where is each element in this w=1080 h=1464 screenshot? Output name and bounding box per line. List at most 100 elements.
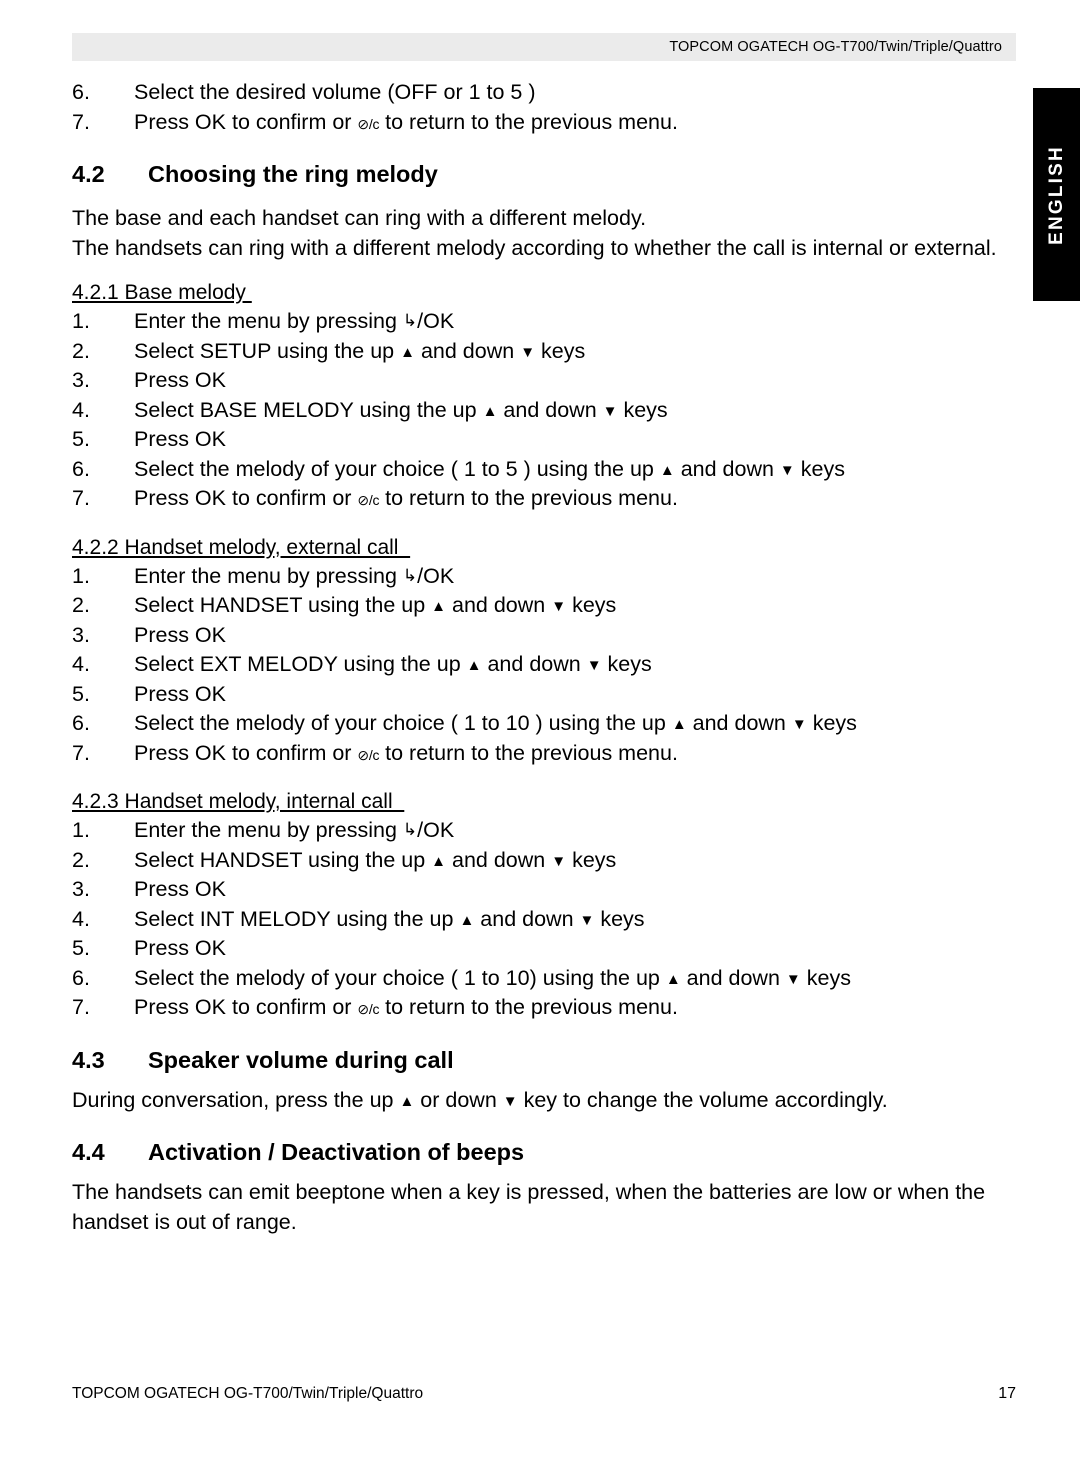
step-text-before: Press OK to confirm or (134, 995, 358, 1019)
footer-title: TOPCOM OGATECH OG-T700/Twin/Triple/Quatt… (72, 1385, 424, 1402)
list-item: 5. Press OK (72, 425, 1012, 455)
up-arrow-icon: ▲ (671, 716, 687, 733)
down-arrow-icon: ▼ (579, 911, 595, 929)
down-arrow-icon: ▼ (586, 657, 602, 674)
step-text-after: keys (617, 397, 668, 422)
list-item-number: 6. (72, 711, 90, 735)
list-item-text: Press OK (134, 622, 226, 647)
step-text-before: Select the melody of your choice ( 1 to … (134, 965, 666, 990)
step-text-before: Select the melody of your choice ( 1 to … (134, 456, 660, 481)
down-arrow-icon: ▼ (551, 598, 567, 615)
step-text-before: Select HANDSET using the up (134, 593, 432, 617)
step-text-after: to return to the previous menu. (379, 486, 678, 510)
step-text-before: Enter the menu by pressing (134, 818, 403, 842)
section-heading-4-3: 4.3 Speaker volume during call (72, 1047, 1012, 1074)
list-item-text: Select BASE MELODY using the up ▲ and do… (134, 396, 1012, 426)
list-item-number: 4. (72, 397, 90, 422)
up-arrow-icon: ▲ (431, 598, 447, 615)
section-heading-4-2: 4.2 Choosing the ring melody (72, 161, 1012, 188)
list-item: 3. Press OK (72, 875, 1012, 905)
list-item-text: Press OK to confirm or ⊘/c to return to … (134, 108, 1012, 138)
step-text-after: /OK (417, 563, 455, 588)
step-text-after: keys (594, 906, 645, 931)
list-item: 7. Press OK to confirm or ⊘/c to return … (72, 108, 1012, 138)
list-item: 2. Select HANDSET using the up ▲ and dow… (72, 591, 1012, 621)
list-item: 2. Select SETUP using the up ▲ and down … (72, 337, 1012, 367)
section-4-2-paragraph-1: The base and each handset can ring with … (72, 206, 647, 230)
section-title: Activation / Deactivation of beeps (148, 1139, 525, 1165)
menu-key-icon: ↳ (402, 820, 418, 839)
page-footer: TOPCOM OGATECH OG-T700/Twin/Triple/Quatt… (72, 1385, 1016, 1403)
list-item: 2. Select HANDSET using the up ▲ and dow… (72, 846, 1012, 876)
step-text-mid: and down (686, 711, 792, 735)
list-item-text: Press OK to confirm or ⊘/c to return to … (134, 739, 1012, 769)
list-item-text: Select HANDSET using the up ▲ and down ▼… (134, 591, 1012, 621)
list-item-text: Enter the menu by pressing ↳/OK (134, 562, 1012, 592)
step-text-before: Select EXT MELODY using the up (134, 652, 467, 676)
list-item: 4. Select BASE MELODY using the up ▲ and… (72, 396, 1012, 426)
step-text-mid: and down (446, 593, 552, 617)
list-item-text: Select the melody of your choice ( 1 to … (134, 455, 1012, 485)
step-text-mid: and down (474, 906, 580, 931)
continued-step-list: 6. Select the desired volume (OFF or 1 t… (72, 78, 1012, 137)
list-item-number: 7. (72, 995, 90, 1019)
up-arrow-icon: ▲ (431, 852, 447, 870)
section-title: Speaker volume during call (148, 1046, 454, 1073)
step-text-before: Select HANDSET using the up (134, 847, 432, 872)
step-list-4-2-2: 1. Enter the menu by pressing ↳/OK 2. Se… (72, 562, 1012, 769)
paragraph-text-mid: or down (414, 1087, 503, 1112)
list-item-number: 1. (72, 309, 90, 333)
list-item-text: Select the melody of your choice ( 1 to … (134, 709, 1012, 739)
list-item-text: Press OK (134, 936, 226, 960)
section-4-2-paragraph-2: The handsets can ring with a different m… (72, 235, 997, 260)
down-arrow-icon: ▼ (520, 343, 536, 361)
up-arrow-icon: ▲ (659, 461, 675, 479)
list-item-number: 1. (72, 818, 90, 842)
step-text-after: keys (566, 593, 617, 617)
section-number: 4.3 (72, 1046, 105, 1073)
list-item-number: 6. (72, 80, 90, 104)
list-item: 7. Press OK to confirm or ⊘/c to return … (72, 739, 1012, 769)
subsection-heading-4-2-2: 4.2.2 Handset melody, external call (72, 535, 411, 559)
clear-key-icon: ⊘/c (357, 115, 380, 132)
list-item-text: Select the desired volume (OFF or 1 to 5… (134, 80, 536, 104)
up-arrow-icon: ▲ (665, 970, 681, 988)
step-text-before: Press OK to confirm or (134, 740, 358, 765)
list-item: 5. Press OK (72, 680, 1012, 710)
step-text-after: to return to the previous menu. (379, 995, 678, 1019)
list-item-text: Select EXT MELODY using the up ▲ and dow… (134, 650, 1012, 680)
list-item-number: 6. (72, 456, 90, 481)
clear-key-icon: ⊘/c (357, 1001, 380, 1017)
step-text-before: Enter the menu by pressing (134, 309, 403, 333)
page-header-band: TOPCOM OGATECH OG-T700/Twin/Triple/Quatt… (72, 33, 1016, 61)
list-item: 3. Press OK (72, 621, 1012, 651)
subsection-heading-4-2-3: 4.2.3 Handset melody, internal call (72, 790, 405, 813)
up-arrow-icon: ▲ (466, 657, 482, 674)
section-title: Choosing the ring melody (148, 161, 438, 187)
list-item-number: 7. (72, 740, 90, 765)
step-text-after: keys (794, 456, 845, 481)
list-item-text: Press OK (134, 877, 226, 901)
list-item: 6. Select the desired volume (OFF or 1 t… (72, 78, 1012, 108)
down-arrow-icon: ▼ (551, 852, 567, 870)
list-item: 6. Select the melody of your choice ( 1 … (72, 709, 1012, 739)
list-item-number: 5. (72, 936, 90, 960)
step-text-after: to return to the previous menu. (379, 109, 678, 134)
step-text-before: Select BASE MELODY using the up (134, 397, 483, 422)
step-text-before: Enter the menu by pressing (134, 563, 403, 588)
language-tab-label: ENGLISH (1045, 144, 1067, 245)
down-arrow-icon: ▼ (779, 461, 795, 479)
step-text-after: /OK (417, 818, 455, 842)
section-4-4-paragraph: The handsets can emit beeptone when a ke… (72, 1180, 986, 1234)
list-item: 6. Select the melody of your choice ( 1 … (72, 455, 1012, 485)
step-text-after: keys (566, 847, 617, 872)
step-text-mid: and down (674, 456, 780, 481)
page-number: 17 (998, 1385, 1016, 1402)
step-text-before: Select INT MELODY using the up (134, 906, 460, 931)
step-text-mid: and down (481, 652, 587, 676)
list-item-number: 3. (72, 622, 90, 647)
list-item-text: Press OK (134, 681, 226, 706)
section-number: 4.2 (72, 161, 105, 187)
list-item-number: 7. (72, 109, 90, 134)
list-item: 3. Press OK (72, 366, 1012, 396)
